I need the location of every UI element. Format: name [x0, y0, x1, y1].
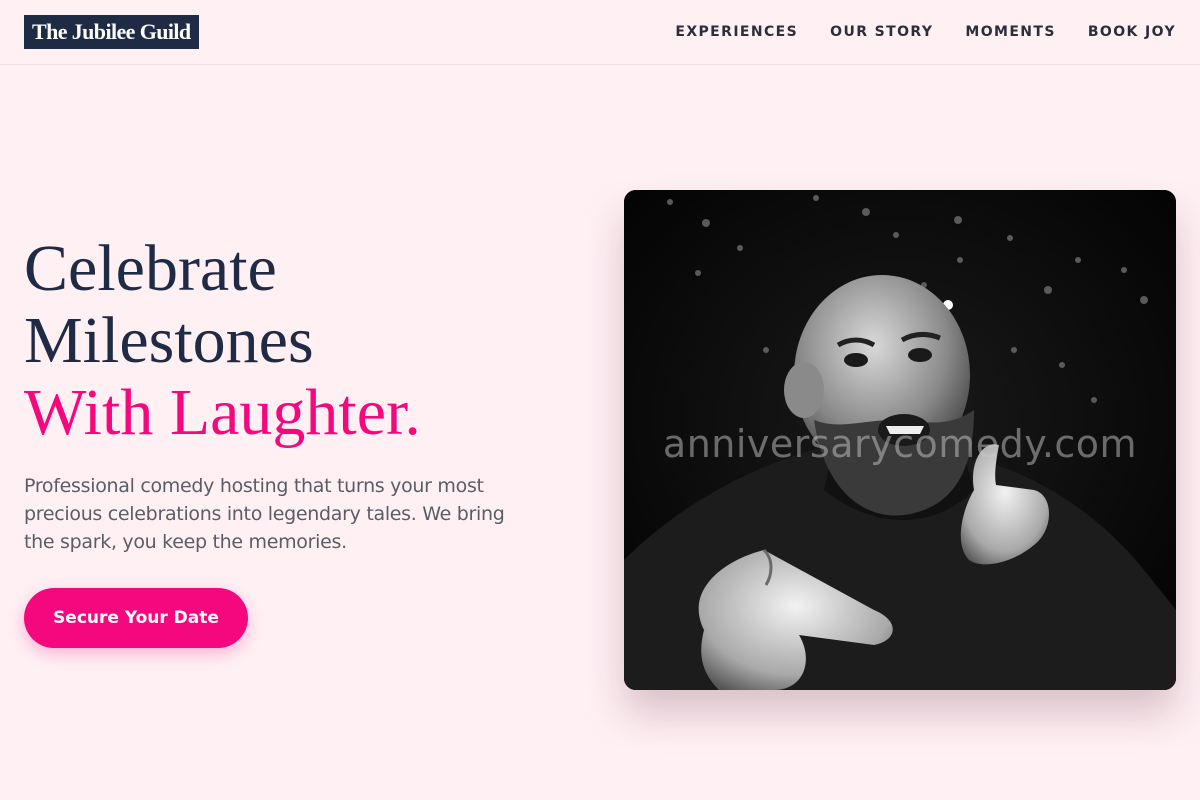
nav-book-joy[interactable]: BOOK JOY	[1088, 22, 1176, 42]
secure-date-button[interactable]: Secure Your Date	[24, 588, 248, 648]
comedian-photo: anniversarycomedy.com	[624, 190, 1176, 690]
hero-title: Celebrate Milestones With Laughter.	[24, 233, 584, 449]
nav-moments[interactable]: MOMENTS	[965, 22, 1055, 42]
hero-title-line-2: Milestones	[24, 304, 314, 377]
hero-title-line-1: Celebrate	[24, 232, 277, 305]
site-logo[interactable]: The Jubilee Guild	[24, 15, 199, 49]
main-nav: EXPERIENCES OUR STORY MOMENTS BOOK JOY	[675, 22, 1176, 42]
nav-experiences[interactable]: EXPERIENCES	[675, 22, 798, 42]
hero-description: Professional comedy hosting that turns y…	[24, 475, 505, 553]
site-header: The Jubilee Guild EXPERIENCES OUR STORY …	[0, 0, 1200, 65]
nav-our-story[interactable]: OUR STORY	[830, 22, 933, 42]
hero-title-accent: With Laughter.	[24, 376, 421, 449]
photo-watermark: anniversarycomedy.com	[662, 422, 1138, 466]
